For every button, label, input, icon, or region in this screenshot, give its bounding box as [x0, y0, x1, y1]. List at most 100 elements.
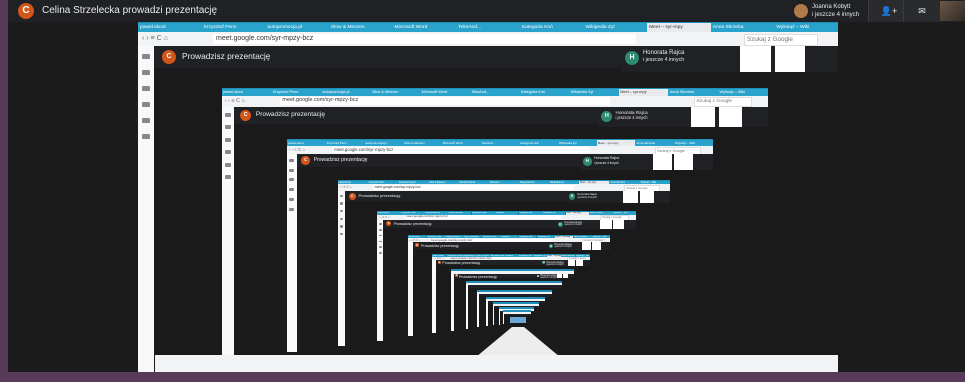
sidebar-icon[interactable] [378, 246, 382, 249]
host-chat-button[interactable] [592, 242, 601, 250]
browser-tab[interactable]: paweł.skool [221, 89, 273, 96]
sidebar-icon[interactable] [224, 137, 231, 142]
host-avatar: H [557, 221, 563, 227]
url-field[interactable]: meet.google.com/syr-mpzy-bcz [213, 34, 636, 44]
browser-tab[interactable]: Wikipedia Zyl [583, 23, 650, 32]
host-more: i jeszcze 4 innych [577, 196, 597, 200]
chat-button[interactable]: ✉ [903, 0, 940, 22]
sidebar-icon[interactable] [142, 54, 150, 59]
sidebar-icon[interactable] [142, 118, 150, 123]
browser-tab[interactable]: TeksAnd... [469, 89, 521, 96]
host-add-button[interactable] [582, 242, 591, 250]
browser-tab[interactable]: Meet – syr-mpy [618, 89, 670, 96]
nav-buttons[interactable]: ‹ › ≡ C ⌂ [289, 146, 305, 155]
host-chat-button[interactable] [575, 259, 583, 266]
host-chat-button[interactable] [775, 46, 806, 72]
browser-tab[interactable]: Krzysztof Penn [201, 23, 268, 32]
browser-tab[interactable]: Meet – syr-mpy [647, 23, 713, 32]
sidebar-icon[interactable] [378, 234, 382, 237]
url-field[interactable]: meet.google.com/syr-mpzy-bcz [405, 215, 562, 220]
sidebar-icon[interactable] [224, 162, 231, 167]
host-add-button[interactable] [600, 219, 612, 230]
browser-tab[interactable]: Slow & Meszen [328, 23, 395, 32]
host-avatar: H [583, 157, 592, 166]
presenting-label: Prowadzisz prezentację [420, 243, 459, 248]
sidebar-icon[interactable] [142, 134, 150, 139]
presenting-avatar: C [415, 243, 420, 248]
nav-buttons[interactable]: ‹ › ≡ C ⌂ [225, 96, 245, 107]
host-chat-button[interactable] [674, 154, 693, 170]
host-avatar: H [536, 273, 540, 278]
host-add-button[interactable] [557, 273, 563, 279]
host-add-button[interactable] [653, 154, 672, 170]
sidebar-icon[interactable] [339, 202, 344, 205]
host-panel: H Honorata Rajca i jeszcze 4 innych [566, 191, 670, 204]
sidebar-icon[interactable] [339, 209, 344, 213]
host-panel [532, 284, 562, 289]
browser-tab[interactable]: Wyksiąż – Wiki [717, 89, 768, 96]
nav-buttons[interactable]: ‹ › ≡ C ⌂ [142, 32, 168, 46]
browser-sidebar [138, 46, 155, 372]
sidebar-icon[interactable] [142, 102, 150, 107]
browser-tab[interactable]: autopromocja.pl [320, 89, 373, 96]
presenting-label: Prowadzisz prezentację [393, 221, 432, 226]
sidebar-icon[interactable] [224, 112, 231, 117]
host-chat-button[interactable] [718, 106, 743, 127]
browser-tab-strip: paweł.skoolKrzysztof Pennautopromocja.pl… [221, 88, 768, 96]
sidebar-icon[interactable] [224, 150, 231, 155]
browser-tab[interactable]: Wyksiąż – Wiki [774, 23, 838, 32]
url-field[interactable]: meet.google.com/syr-mpzy-bcz [332, 146, 590, 153]
host-add-button[interactable] [691, 106, 716, 127]
browser-tab[interactable]: Anna Skrzeba [668, 89, 720, 96]
browser-tab[interactable]: autopromocja.pl [265, 23, 331, 32]
sidebar-icon[interactable] [339, 232, 344, 236]
search-field[interactable]: Szukaj z Google [744, 34, 818, 46]
host-add-button[interactable] [623, 191, 638, 204]
sidebar-icon[interactable] [289, 158, 295, 162]
sidebar-icon[interactable] [289, 197, 295, 201]
presenter-avatar: C [18, 3, 34, 19]
nav-buttons[interactable]: ‹ › ≡ C ⌂ [340, 184, 352, 191]
browser-tab[interactable]: Kategoria Koń [519, 89, 571, 96]
browser-tab[interactable]: Anna Skrzeba [710, 23, 777, 32]
sidebar-icon[interactable] [224, 175, 231, 180]
browser-tab[interactable]: Kategoria Koń [519, 23, 586, 32]
meet-top-bar: C Celina Strzelecka prowadzi prezentację… [8, 0, 965, 22]
sidebar-icon[interactable] [289, 168, 295, 172]
sidebar-icon[interactable] [224, 125, 231, 130]
browser-tab[interactable]: Krzysztof Penn [271, 89, 323, 96]
browser-tab[interactable]: Wikipedia Zyl [569, 89, 621, 96]
host-chat-button[interactable] [613, 219, 625, 230]
sidebar-icon[interactable] [378, 252, 382, 255]
host-chat-button[interactable] [563, 273, 569, 279]
browser-tab[interactable]: TeksAnd... [456, 23, 522, 32]
host-add-button[interactable] [740, 46, 771, 72]
presenting-label: Prowadzisz prezentację [442, 260, 481, 265]
sidebar-icon[interactable] [378, 222, 382, 225]
browser-tab[interactable]: Microsoft Word [420, 89, 472, 96]
participants-summary[interactable]: Joanna Kobytt i jeszcze 4 innych [794, 1, 874, 21]
self-camera-thumbnail [940, 1, 965, 21]
sidebar-icon[interactable] [142, 70, 150, 75]
sidebar-icon[interactable] [378, 228, 382, 231]
sidebar-icon[interactable] [142, 86, 150, 91]
host-add-button[interactable] [568, 259, 575, 266]
host-chat-button[interactable] [639, 191, 655, 204]
browser-tab[interactable]: Microsoft Word [392, 23, 459, 32]
sidebar-icon[interactable] [339, 217, 344, 220]
browser-tab[interactable]: paweł.skool [138, 23, 204, 32]
sidebar-icon[interactable] [289, 178, 295, 182]
sidebar-icon[interactable] [378, 240, 382, 243]
search-field[interactable]: Szukaj z Google [693, 97, 752, 108]
browser-tab[interactable]: Slow & Meszen [370, 89, 422, 96]
sidebar-icon[interactable] [339, 194, 344, 198]
sidebar-icon[interactable] [289, 207, 295, 211]
address-bar: ‹ › ≡ C ⌂ meet.google.com/syr-mpzy-bcz Szu… [138, 32, 838, 47]
url-field[interactable]: meet.google.com/syr-mpzy-bcz [373, 185, 574, 191]
host-panel: H Honorata Rajca i jeszcze 4 innych [547, 242, 611, 250]
sidebar-icon[interactable] [289, 188, 295, 192]
url-field[interactable]: meet.google.com/syr-mpzy-bcz [280, 97, 611, 106]
url-field[interactable]: meet.google.com/syr-mpzy-bcz [429, 238, 553, 242]
presenting-label: Prowadzisz prezentację [182, 51, 271, 61]
sidebar-icon[interactable] [339, 225, 344, 228]
